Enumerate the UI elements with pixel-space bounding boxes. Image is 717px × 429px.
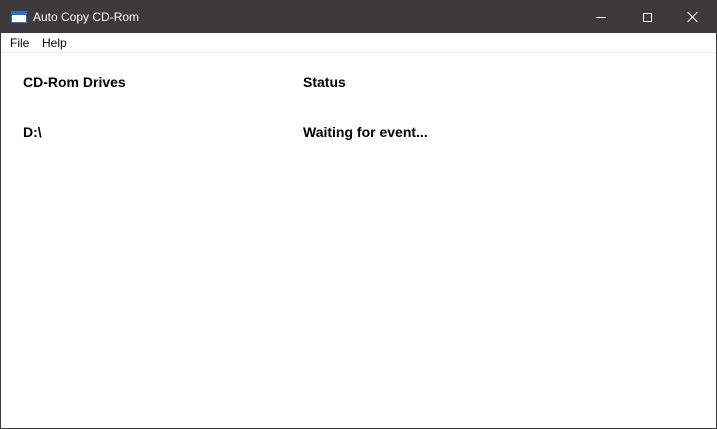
- drive-status: Waiting for event...: [303, 124, 428, 140]
- maximize-button[interactable]: [624, 1, 670, 33]
- drive-status-list: CD-Rom Drives Status D:\ Waiting for eve…: [1, 53, 716, 428]
- close-icon: [687, 11, 699, 23]
- app-window: Auto Copy CD-Rom File Help CD-Rom Drives…: [0, 0, 717, 429]
- maximize-icon: [642, 12, 652, 22]
- menu-file[interactable]: File: [10, 36, 29, 50]
- column-header-drives: CD-Rom Drives: [23, 74, 126, 90]
- column-header-status: Status: [303, 74, 346, 90]
- menu-help[interactable]: Help: [42, 36, 67, 50]
- app-window-icon: [11, 11, 27, 23]
- drive-letter: D:\: [23, 124, 42, 140]
- menu-bar: File Help: [1, 33, 716, 53]
- minimize-button[interactable]: [578, 1, 624, 33]
- title-bar[interactable]: Auto Copy CD-Rom: [1, 1, 716, 33]
- window-title: Auto Copy CD-Rom: [33, 10, 140, 24]
- close-button[interactable]: [670, 1, 716, 33]
- minimize-icon: [596, 16, 606, 18]
